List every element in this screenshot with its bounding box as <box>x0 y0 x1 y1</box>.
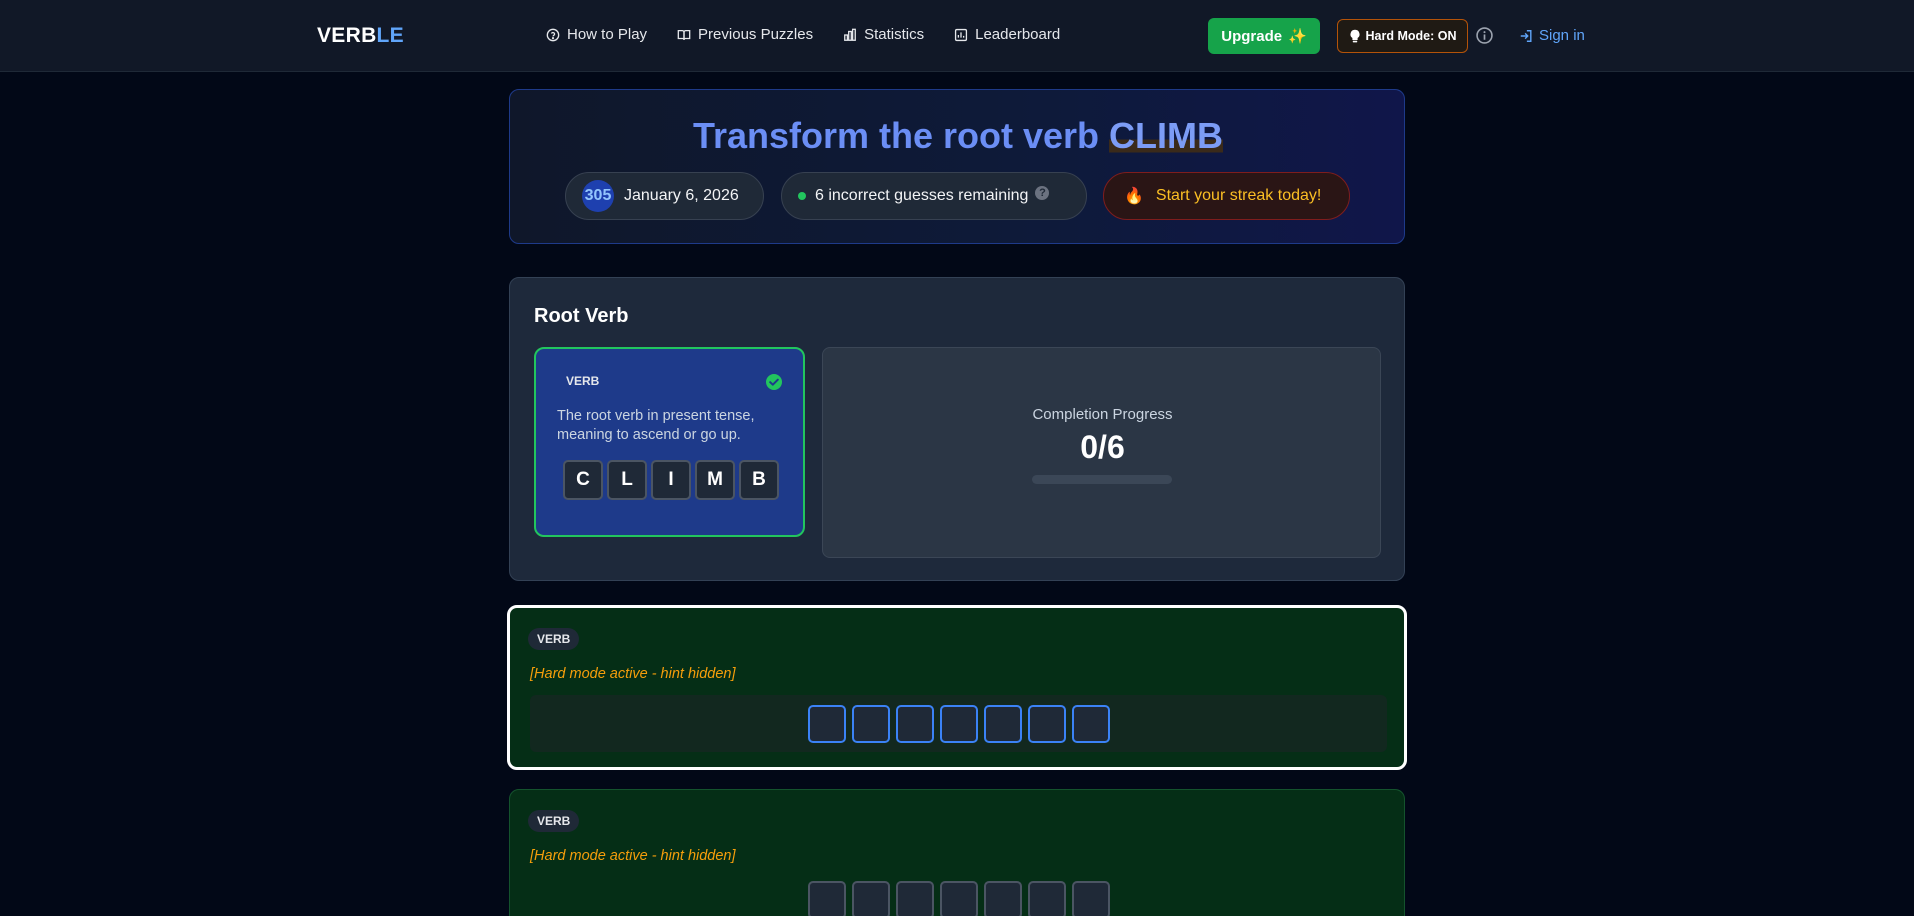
letter-input-slot[interactable] <box>1071 704 1110 743</box>
streak-pill[interactable]: 🔥 Start your streak today! <box>1103 172 1350 220</box>
page-title: Transform the root verb CLIMB <box>692 115 1224 156</box>
guesses-remaining-pill: 6 incorrect guesses remaining ? <box>781 172 1087 220</box>
letter-input-slot[interactable] <box>1027 704 1066 743</box>
letter-input-slot[interactable] <box>851 881 890 916</box>
verb-tag: VERB <box>528 628 580 650</box>
info-icon[interactable] <box>1476 27 1493 44</box>
letter-box: L <box>607 460 647 500</box>
help-circle-icon <box>546 28 560 41</box>
letter-input-slot[interactable] <box>895 704 934 743</box>
logo[interactable]: VERBLE <box>317 24 404 48</box>
letter-input-slot[interactable] <box>939 704 978 743</box>
letter-input-slot[interactable] <box>939 881 978 916</box>
streak-text: Start your streak today! <box>1155 187 1322 204</box>
hard-mode-toggle[interactable]: Hard Mode: ON <box>1337 19 1468 53</box>
root-verb-tile: VERB The root verb in present tense, mea… <box>534 347 805 537</box>
section-heading: Root Verb <box>534 305 629 327</box>
leaderboard-icon <box>955 28 968 41</box>
upgrade-button[interactable]: Upgrade ✨ <box>1208 18 1320 54</box>
sparkles-icon: ✨ <box>1288 28 1307 45</box>
book-icon <box>677 29 691 40</box>
hint-text: [Hard mode active - hint hidden] <box>530 666 736 682</box>
letter-slots <box>530 881 1387 916</box>
letter-box: I <box>651 460 691 500</box>
letter-input-slot[interactable] <box>1027 881 1066 916</box>
puzzle-date-pill: 305 January 6, 2026 <box>565 172 764 220</box>
letter-input-slot[interactable] <box>983 881 1022 916</box>
letter-box: M <box>695 460 735 500</box>
main-nav: How to Play Previous Puzzles Statistics … <box>546 26 1060 43</box>
letter-input-slot[interactable] <box>895 881 934 916</box>
nav-previous-puzzles[interactable]: Previous Puzzles <box>677 26 813 43</box>
puzzle-date: January 6, 2026 <box>624 187 739 204</box>
sign-in-icon <box>1520 29 1532 42</box>
root-letters: C L I M B <box>563 460 779 500</box>
nav-statistics[interactable]: Statistics <box>843 26 924 43</box>
lightbulb-icon <box>1349 29 1360 43</box>
progress-bar <box>1032 475 1172 484</box>
sign-in-link[interactable]: Sign in <box>1519 27 1585 44</box>
check-circle-icon <box>766 374 782 390</box>
status-dot-icon <box>798 192 806 200</box>
top-navigation-bar: VERBLE How to Play Previous Puzzles Stat… <box>0 0 1914 72</box>
completion-progress-panel: Completion Progress 0/6 <box>822 347 1381 558</box>
nav-how-to-play[interactable]: How to Play <box>546 26 647 43</box>
verb-tag: VERB <box>528 810 580 832</box>
letter-input-slot[interactable] <box>1071 881 1110 916</box>
guesses-remaining-text: 6 incorrect guesses remaining <box>815 187 1029 204</box>
root-verb-section: Root Verb VERB The root verb in present … <box>509 277 1405 581</box>
letter-input-slot[interactable] <box>851 704 890 743</box>
progress-value: 0/6 <box>1080 429 1125 465</box>
letter-input-slot[interactable] <box>983 704 1022 743</box>
letter-slots <box>530 695 1387 752</box>
puzzle-number-badge: 305 <box>582 180 614 212</box>
letter-box: C <box>563 460 603 500</box>
guess-row-active[interactable]: VERB [Hard mode active - hint hidden] <box>507 605 1407 770</box>
question-mark-icon[interactable]: ? <box>1035 186 1050 200</box>
progress-label: Completion Progress <box>1032 406 1173 423</box>
guess-row[interactable]: VERB [Hard mode active - hint hidden] <box>509 789 1405 916</box>
hint-text: [Hard mode active - hint hidden] <box>530 848 736 864</box>
verb-description: The root verb in present tense, meaning … <box>557 408 755 443</box>
letter-input-slot[interactable] <box>807 704 846 743</box>
nav-leaderboard[interactable]: Leaderboard <box>954 26 1060 43</box>
root-word-highlight: CLIMB <box>1109 115 1224 156</box>
letter-box: B <box>739 460 779 500</box>
verb-tag: VERB <box>566 374 600 388</box>
bar-chart-icon <box>844 28 857 41</box>
puzzle-header-card: Transform the root verb CLIMB 305 Januar… <box>509 89 1405 244</box>
fire-icon: 🔥 <box>1124 188 1144 205</box>
letter-input-slot[interactable] <box>807 881 846 916</box>
